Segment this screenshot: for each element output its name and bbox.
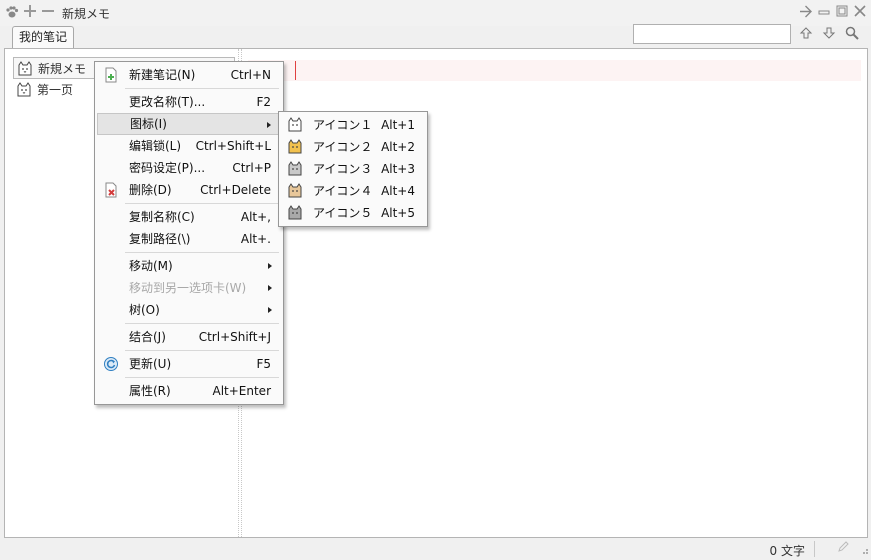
submenu-item-icon-4[interactable]: アイコン４ Alt+4 bbox=[281, 180, 425, 202]
menu-item-move[interactable]: 移动(M) bbox=[97, 255, 281, 277]
menu-item-icon[interactable]: 图标(I) bbox=[97, 113, 281, 135]
menu-item-move-to-tab[interactable]: 移动到另一选项卡(W) bbox=[97, 277, 281, 299]
menu-item-label: 更改名称(T)... bbox=[129, 95, 206, 109]
icon-submenu: アイコン１ Alt+1 アイコン２ Alt+2 アイコン３ Alt+3 アイコン… bbox=[278, 111, 428, 227]
character-count: 0 文字 bbox=[769, 544, 805, 558]
tree-item-label: 新規メモ bbox=[38, 62, 87, 76]
submenu-item-label: アイコン２ bbox=[313, 140, 373, 154]
submenu-item-shortcut: Alt+4 bbox=[381, 184, 415, 198]
menu-item-shortcut: F5 bbox=[256, 357, 271, 371]
menu-item-label: 删除(D) bbox=[129, 183, 172, 197]
menu-item-label: 移动到另一选项卡(W) bbox=[129, 281, 247, 295]
submenu-item-shortcut: Alt+5 bbox=[381, 206, 415, 220]
menu-item-label: 移动(M) bbox=[129, 259, 173, 273]
menu-item-shortcut: Ctrl+Shift+J bbox=[198, 330, 271, 344]
menu-item-label: 新建笔记(N) bbox=[129, 68, 196, 82]
menu-item-label: 图标(I) bbox=[130, 117, 167, 131]
menu-item-shortcut: Ctrl+P bbox=[232, 161, 271, 175]
status-bar: 0 文字 bbox=[0, 538, 871, 560]
context-menu: 新建笔记(N) Ctrl+N 更改名称(T)... F2 图标(I) 编辑锁(L… bbox=[94, 61, 284, 405]
tab-my-notes[interactable]: 我的笔记 bbox=[12, 26, 74, 49]
tree-item[interactable]: 第一页 bbox=[13, 79, 73, 101]
menu-separator bbox=[125, 252, 279, 253]
submenu-item-shortcut: Alt+1 bbox=[381, 118, 415, 132]
refresh-icon bbox=[103, 356, 119, 372]
status-divider bbox=[814, 541, 815, 557]
text-caret bbox=[295, 61, 296, 80]
minimize-icon[interactable] bbox=[817, 5, 831, 21]
submenu-item-shortcut: Alt+2 bbox=[381, 140, 415, 154]
cat-icon bbox=[287, 117, 303, 133]
menu-item-refresh[interactable]: 更新(U) F5 bbox=[97, 353, 281, 375]
cat-icon bbox=[287, 205, 303, 221]
submenu-item-icon-2[interactable]: アイコン２ Alt+2 bbox=[281, 136, 425, 158]
menu-item-shortcut: Ctrl+Shift+L bbox=[195, 139, 271, 153]
menu-item-label: 结合(J) bbox=[129, 330, 166, 344]
menu-separator bbox=[125, 350, 279, 351]
menu-separator bbox=[125, 203, 279, 204]
maximize-icon[interactable] bbox=[835, 5, 849, 21]
menu-item-label: 复制路径(\) bbox=[129, 232, 191, 246]
new-note-icon bbox=[103, 67, 119, 83]
menu-item-copy-path[interactable]: 复制路径(\) Alt+. bbox=[97, 228, 281, 250]
cat-icon bbox=[16, 82, 32, 105]
menu-separator bbox=[125, 88, 279, 89]
menu-item-shortcut: Alt+Enter bbox=[212, 384, 271, 398]
submenu-item-label: アイコン１ bbox=[313, 118, 373, 132]
menu-item-label: 复制名称(C) bbox=[129, 210, 195, 224]
cat-icon bbox=[287, 183, 303, 199]
menu-item-shortcut: F2 bbox=[256, 95, 271, 109]
tree-item-label: 第一页 bbox=[37, 83, 74, 97]
delete-icon bbox=[103, 182, 119, 198]
menu-item-shortcut: Alt+, bbox=[240, 210, 271, 224]
menu-separator bbox=[125, 377, 279, 378]
submenu-item-shortcut: Alt+3 bbox=[381, 162, 415, 176]
submenu-item-icon-3[interactable]: アイコン３ Alt+3 bbox=[281, 158, 425, 180]
arrow-down-icon[interactable] bbox=[821, 26, 837, 42]
pencil-icon[interactable] bbox=[837, 541, 849, 556]
menu-item-tree[interactable]: 树(O) bbox=[97, 299, 281, 321]
menu-item-properties[interactable]: 属性(R) Alt+Enter bbox=[97, 380, 281, 402]
add-icon[interactable] bbox=[23, 5, 37, 21]
editor-current-line[interactable] bbox=[248, 60, 861, 81]
submenu-item-label: アイコン５ bbox=[313, 206, 373, 220]
menu-item-edit-lock[interactable]: 编辑锁(L) Ctrl+Shift+L bbox=[97, 135, 281, 157]
menu-item-join[interactable]: 结合(J) Ctrl+Shift+J bbox=[97, 326, 281, 348]
pin-icon[interactable] bbox=[798, 5, 812, 21]
menu-item-copy-name[interactable]: 复制名称(C) Alt+, bbox=[97, 206, 281, 228]
cat-icon bbox=[287, 139, 303, 155]
minus-icon[interactable] bbox=[41, 5, 55, 21]
menu-item-shortcut: Ctrl+N bbox=[230, 68, 271, 82]
title-bar: 新規メモ bbox=[0, 0, 871, 26]
menu-item-password[interactable]: 密码设定(P)... Ctrl+P bbox=[97, 157, 281, 179]
submenu-item-icon-5[interactable]: アイコン５ Alt+5 bbox=[281, 202, 425, 224]
menu-item-new-note[interactable]: 新建笔记(N) Ctrl+N bbox=[97, 64, 281, 86]
menu-item-shortcut: Ctrl+Delete bbox=[200, 183, 271, 197]
cat-icon bbox=[287, 161, 303, 177]
window-title: 新規メモ bbox=[62, 7, 111, 21]
search-input[interactable] bbox=[633, 24, 791, 44]
menu-item-label: 属性(R) bbox=[129, 384, 171, 398]
menu-item-label: 树(O) bbox=[129, 303, 160, 317]
paw-icon[interactable] bbox=[4, 5, 20, 21]
menu-separator bbox=[125, 323, 279, 324]
arrow-up-icon[interactable] bbox=[798, 26, 814, 42]
submenu-item-icon-1[interactable]: アイコン１ Alt+1 bbox=[281, 114, 425, 136]
menu-item-label: 更新(U) bbox=[129, 357, 172, 371]
menu-item-shortcut: Alt+. bbox=[240, 232, 271, 246]
menu-item-delete[interactable]: 删除(D) Ctrl+Delete bbox=[97, 179, 281, 201]
search-icon[interactable] bbox=[844, 26, 860, 42]
resize-grip-icon[interactable] bbox=[859, 545, 869, 558]
submenu-item-label: アイコン４ bbox=[313, 184, 373, 198]
menu-item-rename[interactable]: 更改名称(T)... F2 bbox=[97, 91, 281, 113]
menu-item-label: 编辑锁(L) bbox=[129, 139, 182, 153]
menu-item-label: 密码设定(P)... bbox=[129, 161, 206, 175]
close-icon[interactable] bbox=[853, 5, 867, 21]
submenu-item-label: アイコン３ bbox=[313, 162, 373, 176]
